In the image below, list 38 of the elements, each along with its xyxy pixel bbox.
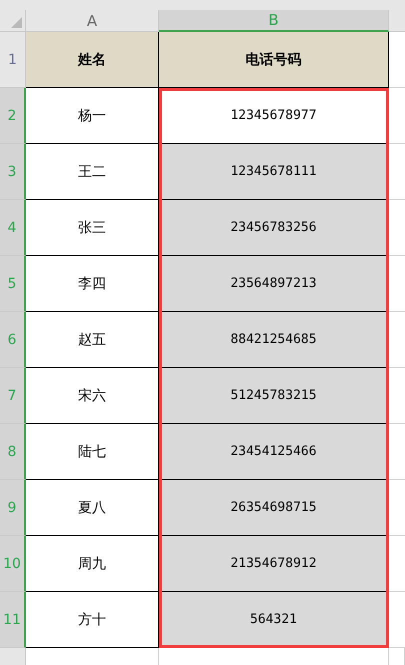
row-header[interactable]: 7 [0, 368, 26, 424]
table-cell: 23564897213 [159, 256, 389, 312]
table-cell: 陆七 [26, 424, 159, 480]
column-header[interactable]: A [26, 10, 159, 32]
column-header[interactable] [389, 10, 405, 32]
table-cell: 51245783215 [159, 368, 389, 424]
table-cell: 宋六 [26, 368, 159, 424]
row-header[interactable]: 5 [0, 256, 26, 312]
table-cell: 12345678111 [159, 144, 389, 200]
table-cell: 23454125466 [159, 424, 389, 480]
table-cell: 杨一 [26, 88, 159, 144]
row-header[interactable] [0, 648, 26, 665]
table-cell: 21354678912 [159, 536, 389, 592]
table-cell: 564321 [159, 592, 389, 648]
row-header[interactable]: 2 [0, 88, 26, 144]
table-cell: 王二 [26, 144, 159, 200]
table-cell: 周九 [26, 536, 159, 592]
table-cell: 88421254685 [159, 312, 389, 368]
table-cell: 李四 [26, 256, 159, 312]
header-cell: 姓名 [26, 32, 159, 88]
select-all-icon [11, 17, 22, 28]
table-cell: 23456783256 [159, 200, 389, 256]
row-header[interactable]: 4 [0, 200, 26, 256]
table-cell: 方十 [26, 592, 159, 648]
row-header[interactable]: 1 [0, 32, 26, 88]
header-cell: 电话号码 [159, 32, 389, 88]
table-cell: 张三 [26, 200, 159, 256]
table-cell: 26354698715 [159, 480, 389, 536]
row-header[interactable]: 6 [0, 312, 26, 368]
row-header[interactable]: 9 [0, 480, 26, 536]
row-header[interactable]: 10 [0, 536, 26, 592]
table-cell: 赵五 [26, 312, 159, 368]
table-cell: 夏八 [26, 480, 159, 536]
row-header[interactable]: 3 [0, 144, 26, 200]
row-header[interactable]: 11 [0, 592, 26, 648]
row-header[interactable]: 8 [0, 424, 26, 480]
corner-cell[interactable] [0, 10, 26, 32]
column-header[interactable]: B [159, 10, 389, 32]
